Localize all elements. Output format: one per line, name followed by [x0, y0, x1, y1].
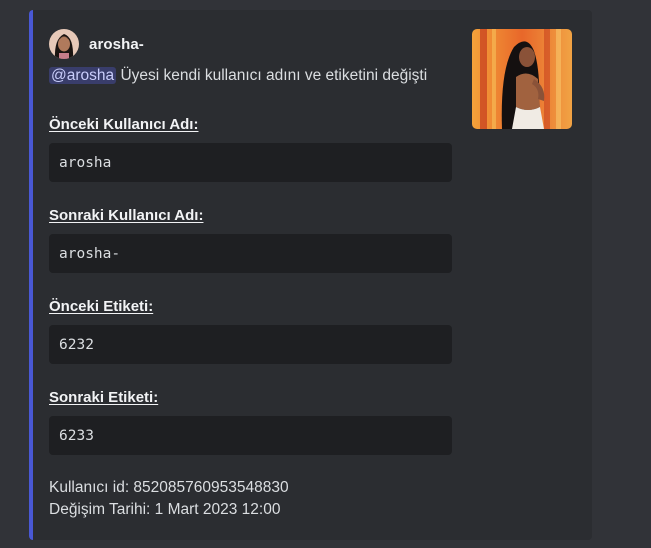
- user-mention[interactable]: @arosha: [49, 67, 117, 84]
- description-text: Üyesi kendi kullanıcı adını ve etiketini…: [116, 67, 428, 84]
- author-avatar-icon[interactable]: [49, 29, 79, 59]
- field-next-tag-label: Sonraki Etiketi:: [49, 389, 159, 406]
- embed-description: @arosha Üyesi kendi kullanıcı adını ve e…: [49, 67, 427, 85]
- embed-card: arosha- @arosha Üyesi kendi kullanıcı ad…: [29, 10, 592, 540]
- user-id-text: Kullanıcı id: 852085760953548830: [49, 479, 289, 496]
- embed-author: arosha-: [49, 29, 144, 59]
- field-previous-username-label: Önceki Kullanıcı Adı:: [49, 116, 199, 133]
- field-next-username-label: Sonraki Kullanıcı Adı:: [49, 207, 204, 224]
- profile-thumbnail-icon[interactable]: [472, 29, 572, 129]
- change-date-text: Değişim Tarihi: 1 Mart 2023 12:00: [49, 501, 281, 518]
- field-previous-tag-value[interactable]: 6232: [49, 325, 452, 364]
- field-next-username-value[interactable]: arosha-: [49, 234, 452, 273]
- embed-accent-bar: [29, 10, 33, 540]
- field-previous-username-value[interactable]: arosha: [49, 143, 452, 182]
- field-previous-tag-label: Önceki Etiketi:: [49, 298, 154, 315]
- field-next-tag-value[interactable]: 6233: [49, 416, 452, 455]
- author-name[interactable]: arosha-: [89, 36, 144, 53]
